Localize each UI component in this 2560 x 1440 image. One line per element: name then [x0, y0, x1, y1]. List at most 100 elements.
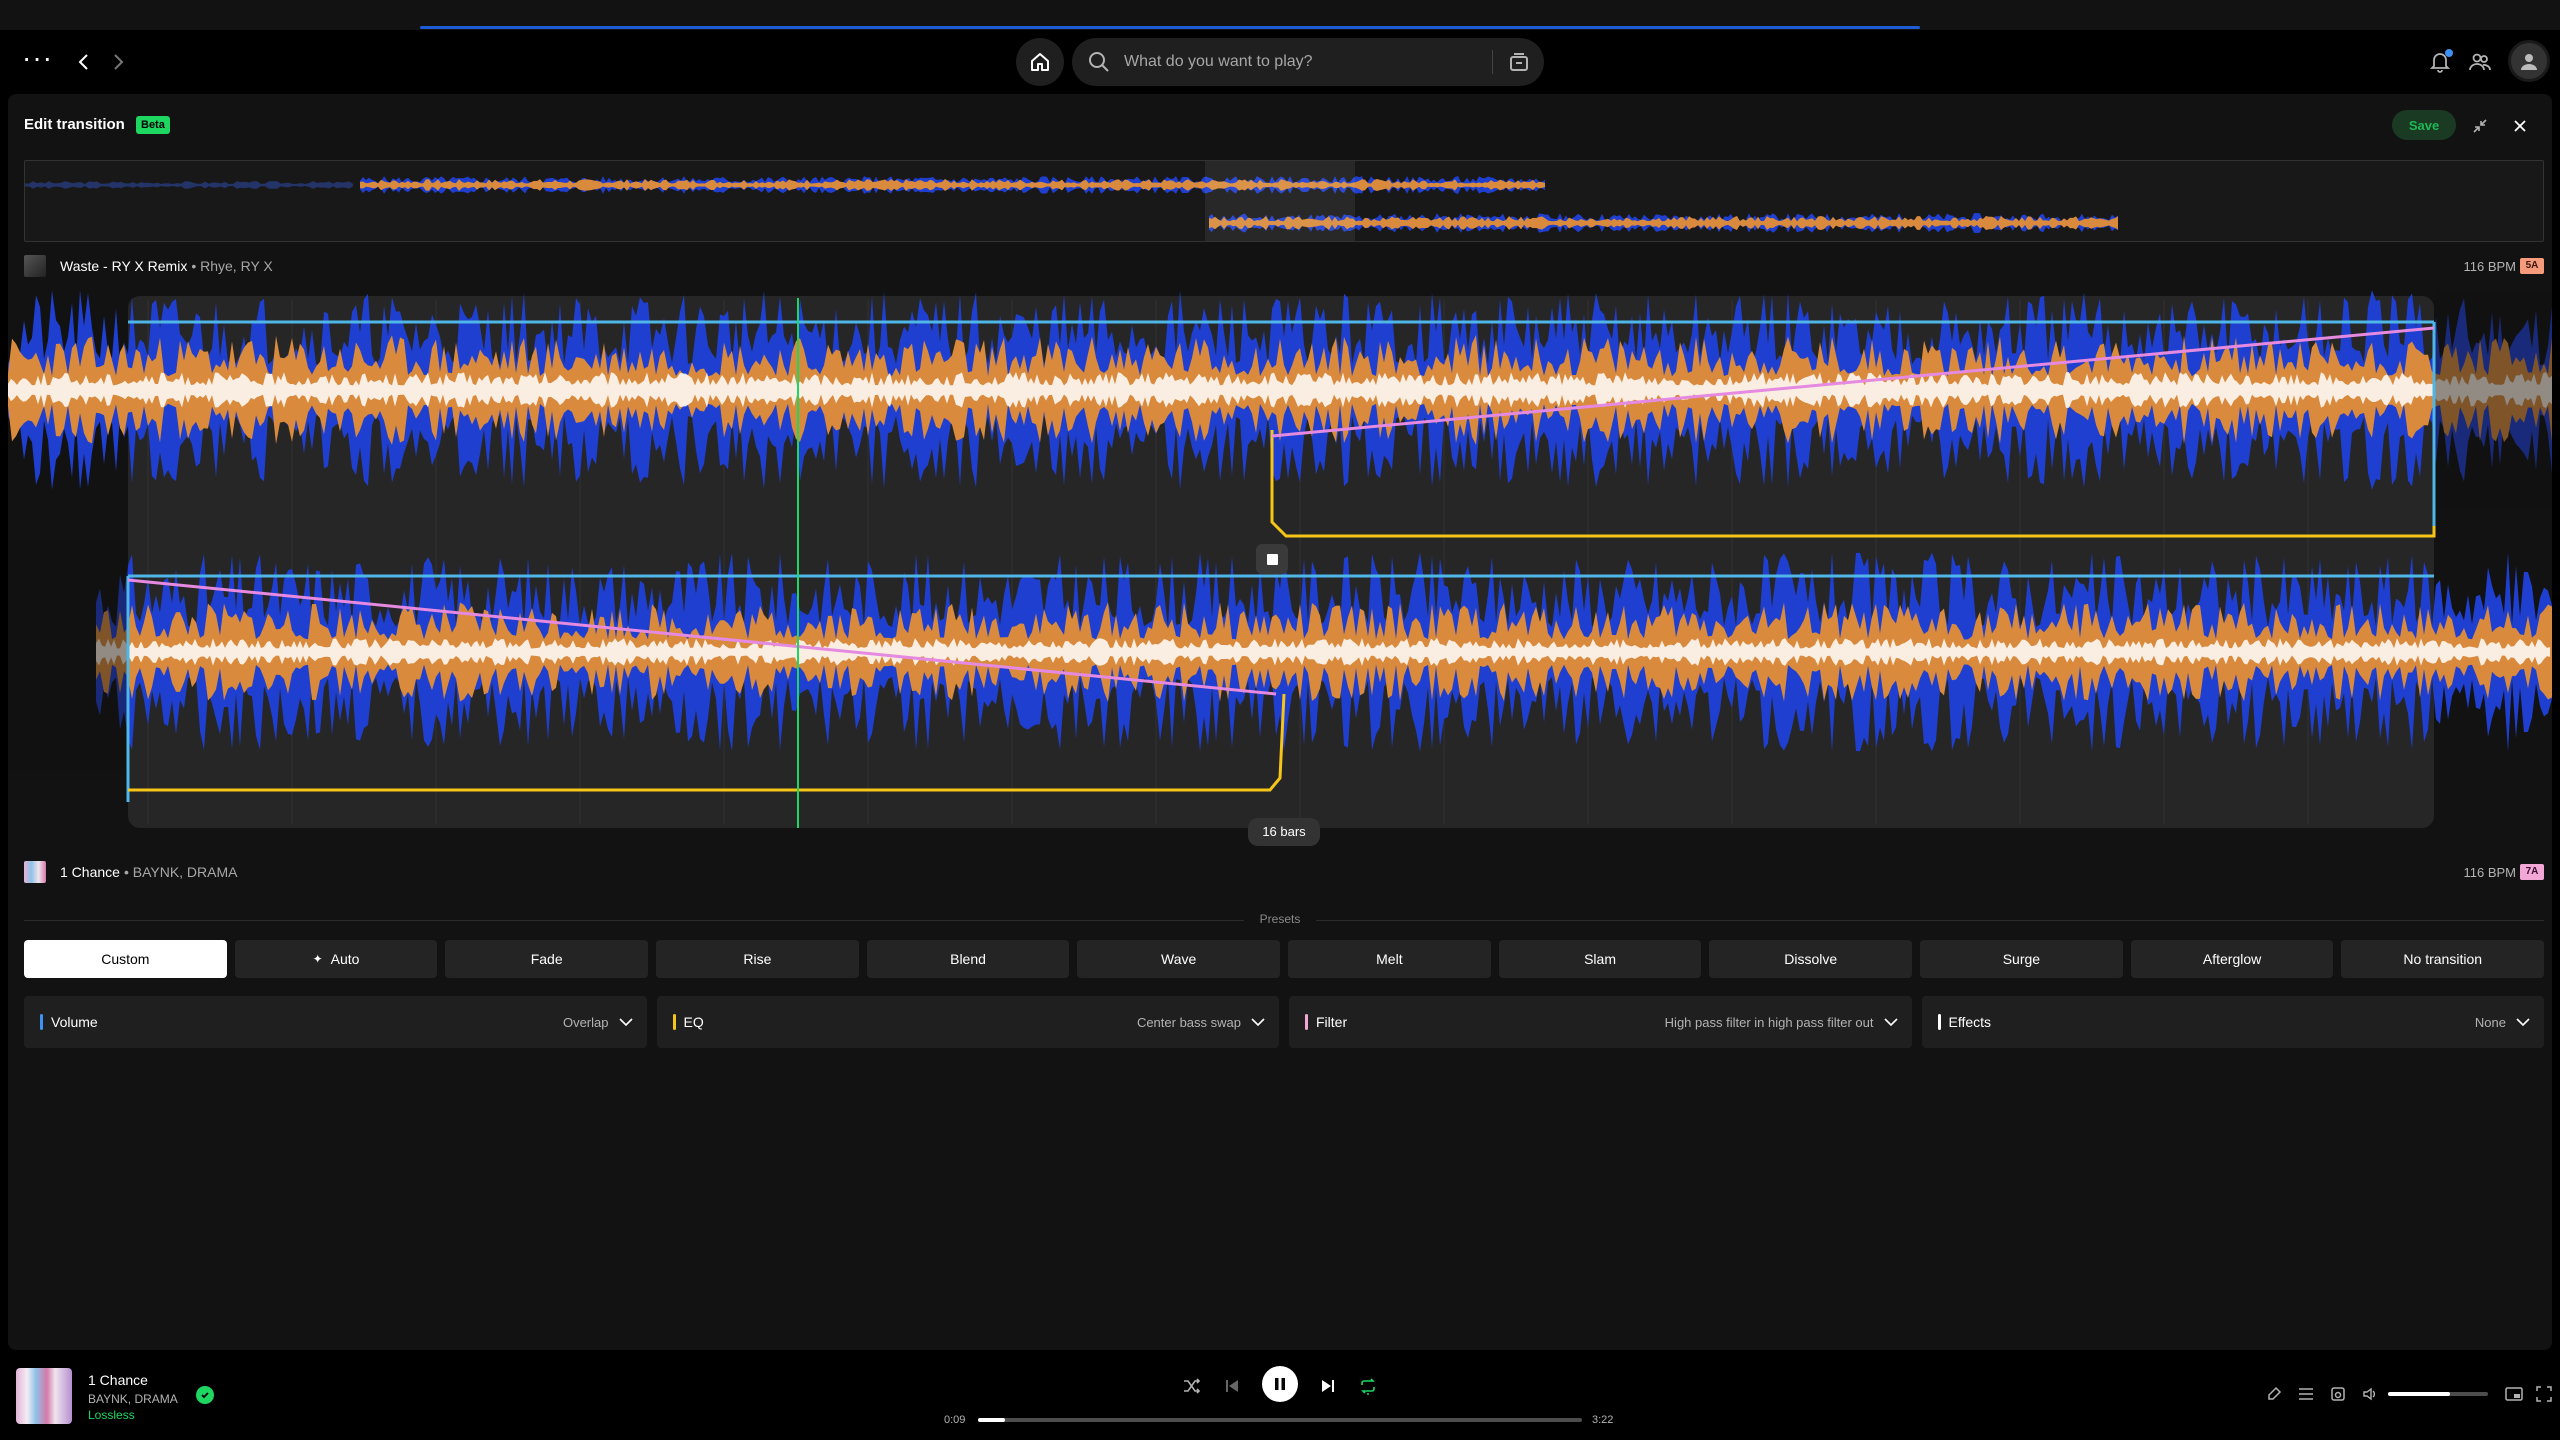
- preset-melt-button[interactable]: Melt: [1288, 940, 1491, 978]
- title-bar: [0, 0, 2560, 30]
- progress-fill: [978, 1418, 1006, 1422]
- preset-label: Afterglow: [2202, 951, 2262, 967]
- track-b-key-badge: 7A: [2520, 864, 2544, 880]
- audio-quality-label: Lossless: [88, 1408, 135, 1422]
- preset-slam-button[interactable]: Slam: [1498, 940, 1702, 978]
- overview-selection[interactable]: [1205, 161, 1355, 241]
- home-icon: [1031, 53, 1049, 71]
- filter-dropdown[interactable]: Filter High pass filter in high pass filt…: [1289, 996, 1912, 1048]
- track-a-row: Waste - RY X Remix • Rhye, RY X 116 BPM …: [24, 254, 2544, 278]
- loading-bar: [420, 26, 1920, 29]
- preset-label: Custom: [101, 951, 150, 967]
- preset-auto-button[interactable]: ✦ Auto: [234, 940, 438, 978]
- next-icon[interactable]: [1312, 1370, 1344, 1402]
- fullscreen-icon[interactable]: [2530, 1380, 2558, 1408]
- minimize-icon[interactable]: [2466, 112, 2494, 140]
- top-nav: ···: [0, 30, 2560, 94]
- eq-dropdown[interactable]: EQ Center bass swap: [656, 996, 1279, 1048]
- preset-label: Rise: [743, 951, 772, 967]
- chevron-down-icon: [2516, 1018, 2530, 1027]
- filter-color-bar: [1305, 1014, 1308, 1030]
- pause-icon: [1275, 1378, 1285, 1390]
- saved-check-icon[interactable]: [196, 1386, 214, 1404]
- beta-badge: Beta: [136, 116, 170, 134]
- eq-color-bar: [672, 1014, 676, 1030]
- forward-arrow-icon[interactable]: [100, 44, 136, 80]
- preset-label: No transition: [2403, 951, 2483, 967]
- preset-label: Slam: [1584, 951, 1616, 967]
- elapsed-time: 0:09: [944, 1414, 966, 1426]
- preset-label: Auto: [330, 951, 360, 967]
- preset-rise-button[interactable]: Rise: [656, 940, 859, 978]
- effects-dropdown[interactable]: Effects None: [1921, 996, 2544, 1048]
- repeat-icon[interactable]: [1352, 1370, 1384, 1402]
- more-options-icon[interactable]: ···: [22, 44, 52, 76]
- volume-slider[interactable]: [2388, 1392, 2488, 1396]
- sparkle-icon: ✦: [312, 952, 323, 966]
- avatar-icon: [2521, 54, 2537, 70]
- now-playing-title[interactable]: 1 Chance: [88, 1372, 148, 1388]
- total-duration: 3:22: [1592, 1414, 1614, 1426]
- track-b-name: 1 Chance: [60, 864, 120, 880]
- home-button[interactable]: [1016, 38, 1064, 86]
- search-input[interactable]: [1124, 53, 1484, 71]
- volume-icon[interactable]: [2356, 1380, 2384, 1408]
- now-playing-artist[interactable]: BAYNK, DRAMA: [88, 1392, 178, 1406]
- preset-no-transition-button[interactable]: No transition: [2341, 940, 2545, 978]
- previous-icon[interactable]: [1216, 1370, 1248, 1402]
- volume-dropdown[interactable]: Volume Overlap: [24, 996, 647, 1048]
- preset-surge-button[interactable]: Surge: [1920, 940, 2123, 978]
- preset-label: Surge: [2002, 951, 2041, 967]
- track-a-artist: • Rhye, RY X: [191, 258, 273, 274]
- preset-fade-button[interactable]: Fade: [445, 940, 649, 978]
- preset-dissolve-button[interactable]: Dissolve: [1709, 940, 1913, 978]
- connect-device-icon[interactable]: [2324, 1380, 2352, 1408]
- now-playing-bar: 1 Chance BAYNK, DRAMA Lossless 0:09 3:22: [0, 1350, 2560, 1440]
- track-b-row: 1 Chance • BAYNK, DRAMA 116 BPM 7A: [24, 860, 2544, 884]
- friend-activity-icon[interactable]: [2464, 46, 2496, 78]
- miniplayer-icon[interactable]: [2500, 1380, 2528, 1408]
- search-bar[interactable]: [1072, 38, 1544, 86]
- chevron-down-icon: [618, 1018, 633, 1027]
- preset-afterglow-button[interactable]: Afterglow: [2130, 940, 2334, 978]
- track-b-artwork: [24, 861, 46, 883]
- shuffle-icon[interactable]: [1176, 1370, 1208, 1402]
- back-arrow-icon[interactable]: [66, 44, 102, 80]
- playback-progress[interactable]: [978, 1418, 1582, 1422]
- pause-button[interactable]: [1262, 1366, 1298, 1402]
- close-icon[interactable]: [2506, 112, 2534, 140]
- track-a-name: Waste - RY X Remix: [60, 258, 188, 274]
- track-a-key-badge: 5A: [2520, 258, 2544, 274]
- preset-blend-button[interactable]: Blend: [866, 940, 1070, 978]
- search-icon: [1086, 49, 1112, 75]
- presets-divider-right: [1316, 920, 2544, 921]
- save-button[interactable]: Save: [2392, 110, 2456, 140]
- notifications-icon[interactable]: [2424, 46, 2456, 78]
- presets-row: Custom ✦ Auto Fade Rise Blend Wave Melt Slam Diss…: [24, 940, 2545, 978]
- preset-label: Fade: [530, 951, 563, 967]
- effects-value: None: [2474, 1014, 2506, 1030]
- user-avatar[interactable]: [2508, 40, 2550, 82]
- effects-label: Effects: [1948, 1014, 1992, 1030]
- volume-color-bar: [40, 1014, 43, 1030]
- volume-fill: [2388, 1392, 2450, 1396]
- eq-value: Center bass swap: [1136, 1014, 1241, 1030]
- browse-icon[interactable]: [1504, 48, 1534, 76]
- effects-color-bar: [1937, 1014, 1941, 1030]
- bars-length-pill[interactable]: 16 bars: [1248, 818, 1320, 846]
- preset-custom-button[interactable]: Custom: [24, 940, 227, 978]
- preset-wave-button[interactable]: Wave: [1077, 940, 1281, 978]
- track-a-artwork: [24, 255, 46, 277]
- search-divider: [1492, 50, 1493, 74]
- queue-icon[interactable]: [2292, 1380, 2320, 1408]
- edit-transition-panel: Edit transition Beta Save Waste - RY X R…: [8, 94, 2552, 1350]
- transition-overview[interactable]: [24, 160, 2544, 242]
- now-playing-artwork[interactable]: [16, 1368, 72, 1424]
- stop-icon: [1266, 553, 1278, 565]
- preset-label: Melt: [1376, 951, 1403, 967]
- mic-icon[interactable]: [2260, 1380, 2288, 1408]
- notification-dot: [2445, 49, 2453, 57]
- stop-button[interactable]: [1256, 544, 1288, 574]
- eq-label: EQ: [683, 1014, 704, 1030]
- track-b-artist: • BAYNK, DRAMA: [123, 864, 238, 880]
